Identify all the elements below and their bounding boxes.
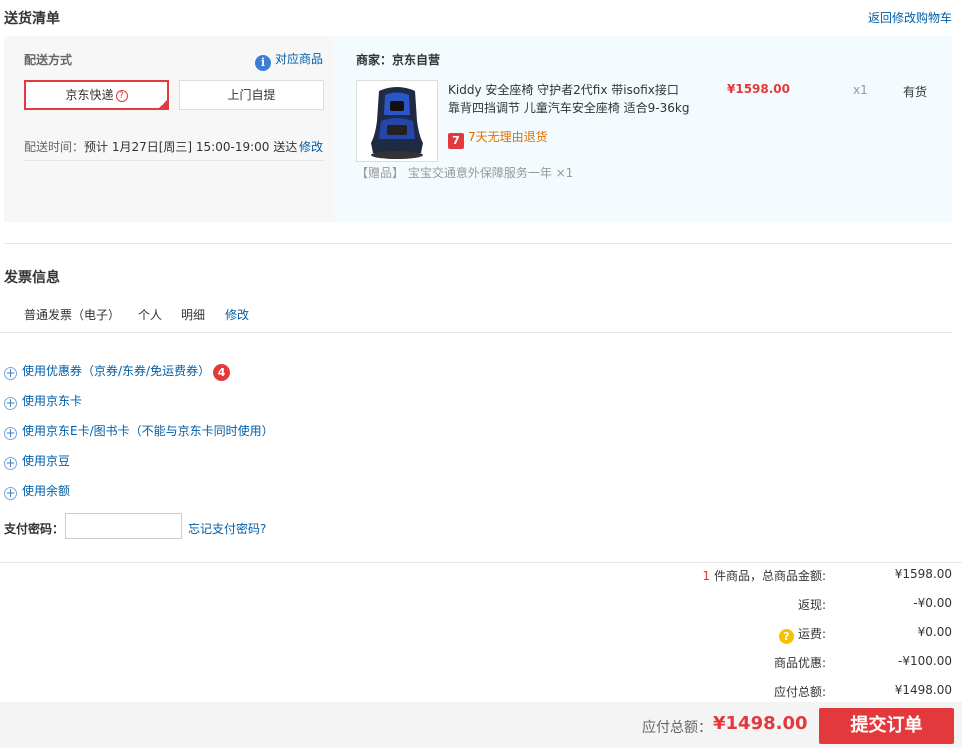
car-seat-image [357,81,437,161]
plus-icon: + [4,456,17,470]
use-coupon-toggle[interactable]: + 使用优惠券（京券/东券/免运费券） 4 [4,362,231,381]
product-stock: 有货 [903,85,928,99]
product-qty: x1 [853,83,868,97]
plus-icon: + [4,396,17,410]
summary-shipping: ¥0.00 [917,625,952,639]
help-icon[interactable]: ? [115,90,128,102]
return-7day-icon: 7 [448,133,464,149]
option-label: 使用优惠券（京券/东券/免运费券） [22,364,211,378]
back-to-cart-link[interactable]: 返回修改购物车 [868,9,952,26]
shipping-method-panel: 配送方式 i 对应商品 京东快递? ✓ 上门自提 配送时间：预计 1月27日[周三… [4,36,334,222]
plus-icon: + [4,366,17,380]
summary-cashback-label: 返现: [797,598,826,612]
summary-total-goods: ¥1598.00 [894,567,952,581]
checkout-bar [0,702,962,748]
summary-cashback: -¥0.00 [913,596,952,610]
divider [4,243,952,244]
summary-count-row: 1 件商品，总商品金额: [566,567,827,584]
divider [0,332,952,333]
check-icon: ✓ [160,99,167,108]
submit-order-button[interactable]: 提交订单 [819,708,954,744]
delivery-time-label: 配送时间： [24,140,85,154]
invoice-modify[interactable]: 修改 [225,306,249,323]
delivery-time-modify[interactable]: 修改 [299,138,323,155]
payment-password-label: 支付密码： [4,522,65,536]
product-image[interactable] [356,80,438,162]
product-price: ¥1598.00 [727,82,791,96]
delivery-time-value: 预计 1月27日[周三] 15:00-19:00 送达 [84,140,298,154]
shipping-box: 配送方式 i 对应商品 京东快递? ✓ 上门自提 配送时间：预计 1月27日[周三… [4,36,952,222]
related-products-label: 对应商品 [275,52,324,66]
summary-count-label: 件商品，总商品金额: [710,569,826,583]
plus-icon: + [4,426,17,440]
coupon-count-badge: 4 [213,364,231,381]
shipping-mode-self-pickup[interactable]: 上门自提 [179,80,324,110]
summary-count: 1 [702,569,711,583]
shipping-mode-label: 京东快递 [65,88,114,102]
seller-name: 商家：京东自营 [356,53,441,67]
return-policy: 7 7天无理由退货 [448,128,548,149]
return-policy-text: 7天无理由退货 [468,130,548,144]
summary-discount-label: 商品优惠: [773,656,826,670]
shipping-mode-jd-express[interactable]: 京东快递? ✓ [24,80,169,110]
invoice-content: 明细 [181,308,206,322]
option-label: 使用京东卡 [22,394,83,408]
use-jingdou-toggle[interactable]: + 使用京豆 [4,452,70,470]
divider [24,160,324,161]
related-products-link[interactable]: i 对应商品 [255,50,323,71]
option-label: 使用京东E卡/图书卡（不能与京东卡同时使用） [22,424,274,438]
payment-password-input[interactable] [65,513,182,539]
page-title: 送货清单 [4,11,60,27]
shipping-method-label: 配送方式 [24,53,73,67]
footer-total: ¥1498.00 [713,713,808,734]
option-label: 使用京豆 [22,454,71,468]
summary-shipping-label: 运费: [797,627,826,641]
invoice-title: 发票信息 [4,270,60,286]
option-label: 使用余额 [22,484,71,498]
summary-payable-label: 应付总额: [773,685,826,699]
shipping-mode-label: 上门自提 [227,88,276,102]
help-icon[interactable]: ? [778,629,794,644]
gift-item: 【赠品】 宝宝交通意外保障服务一年 ×1 [356,166,574,180]
divider [0,562,962,563]
delivery-time: 配送时间：预计 1月27日[周三] 15:00-19:00 送达 [24,138,297,155]
use-balance-toggle[interactable]: + 使用余额 [4,482,70,500]
invoice-type: 普通发票（电子） [24,308,121,322]
summary-discount: -¥100.00 [898,654,952,668]
plus-icon: + [4,486,17,500]
product-title[interactable]: Kiddy 安全座椅 守护者2代fix 带isofix接口 靠背四挡调节 儿童汽… [448,81,694,117]
summary-shipping-row: ? 运费: [566,625,826,644]
use-jd-card-toggle[interactable]: + 使用京东卡 [4,392,82,410]
use-ecard-toggle[interactable]: + 使用京东E卡/图书卡（不能与京东卡同时使用） [4,422,274,440]
info-icon: i [255,55,271,71]
forgot-password-link[interactable]: 忘记支付密码? [188,520,266,537]
summary-payable: ¥1498.00 [894,683,952,697]
invoice-owner: 个人 [138,308,163,322]
footer-total-label: 应付总额： [642,720,712,736]
